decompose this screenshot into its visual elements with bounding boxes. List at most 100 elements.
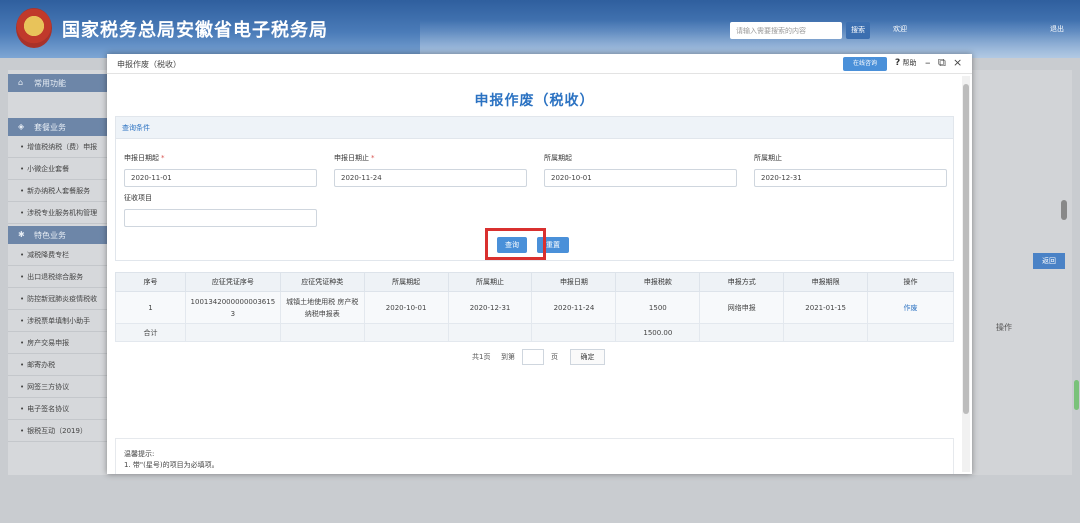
sidebar-section-special[interactable]: ✱ 特色业务 [8,226,108,244]
column-header: 序号 [115,272,186,292]
sidebar-item[interactable]: 新办纳税人套餐服务 [8,180,108,202]
declaration-void-dialog: 申报作废（税收） 在线咨询 ? 帮助 – ⧉ × 申报作废（税收） 查询条件 申… [107,54,972,474]
column-header: 申报期限 [783,272,869,292]
pager-goto-label: 到第 [501,353,515,361]
cell-method: 网络申报 [699,291,785,324]
cell-period-start: 2020-10-01 [363,291,449,324]
site-search-input[interactable]: 请输入需要搜索的内容 [730,22,842,39]
close-icon[interactable]: × [953,56,962,69]
background-back-button[interactable]: 返回 [1033,253,1065,269]
sidebar-item[interactable]: 小微企业套餐 [8,158,108,180]
sidebar-section-label: 常用功能 [34,79,66,88]
total-empty-cell [279,323,365,342]
site-title: 国家税务总局安徽省电子税务局 [62,20,328,41]
column-header: 申报日期 [531,272,617,292]
tips-panel: 温馨提示: 1. 带"(星号)的项目为必填项。 [115,438,954,474]
background-scrollbar[interactable] [1061,200,1067,220]
total-empty-cell [699,323,785,342]
column-header: 申报方式 [699,272,785,292]
sidebar-item[interactable]: 增值税纳税（费）申报 [8,136,108,158]
sidebar-item[interactable]: 电子签名协议 [8,398,108,420]
exit-link[interactable]: 退出 [1050,24,1064,34]
sidebar-item[interactable]: 房产交易申报 [8,332,108,354]
sidebar-item[interactable]: 涉税票单填制小助手 [8,310,108,332]
cell-voucher-no: 10013420000000036153 [184,291,281,324]
pager-confirm-button[interactable]: 确定 [570,349,605,365]
pager-page-input[interactable] [522,349,544,365]
help-label: 帮助 [902,59,917,67]
cell-tax: 1500 [615,291,701,324]
total-empty-cell [363,323,449,342]
period-start-field: 所属期起 2020-10-01 [544,153,737,187]
welcome-text: 欢迎 [893,25,907,33]
sidebar-section-label: 特色业务 [34,231,66,240]
total-label: 合计 [115,323,186,342]
total-tax: 1500.00 [615,323,701,342]
sidebar-section-common[interactable]: ⌂ 常用功能 [8,74,108,92]
table-row: 1 10013420000000036153 城镇土地使用税 房产税纳税申报表 … [115,291,954,324]
sidebar-item[interactable]: 防控新冠肺炎疫情税收 [8,288,108,310]
pager-total: 共1页 [472,353,491,361]
table-header-row: 序号 应征凭证序号 应征凭证种类 所属期起 所属期止 申报日期 申报税款 申报方… [115,272,954,292]
sidebar-section-label: 套餐业务 [34,123,66,132]
sidebar-item[interactable]: 网签三方协议 [8,376,108,398]
field-label: 所属期起 [544,154,572,162]
total-empty-cell [531,323,617,342]
tips-title: 温馨提示: [124,450,155,458]
dialog-scrollbar[interactable] [962,76,970,472]
dialog-scrollbar-thumb[interactable] [963,84,969,414]
background-side-scrollbar[interactable] [1074,380,1079,410]
column-header: 申报税款 [615,272,701,292]
background-right-panel [972,70,1072,475]
field-label: 所属期止 [754,154,782,162]
cell-index: 1 [115,291,186,324]
cell-action: 作废 [867,291,954,324]
declaration-table: 序号 应征凭证序号 应征凭证种类 所属期起 所属期止 申报日期 申报税款 申报方… [115,272,954,342]
void-link[interactable]: 作废 [904,304,918,312]
cell-voucher-type: 城镇土地使用税 房产税纳税申报表 [279,291,365,324]
tips-line: 1. 带"(星号)的项目为必填项。 [124,461,219,469]
sidebar-section-package[interactable]: ◈ 套餐业务 [8,118,108,136]
total-empty-cell [184,323,281,342]
levy-item-input[interactable] [124,209,317,227]
total-empty-cell [447,323,533,342]
star-icon: ✱ [18,230,25,239]
dialog-titlebar: 申报作废（税收） 在线咨询 ? 帮助 – ⧉ × [107,54,972,74]
total-empty-cell [783,323,869,342]
sidebar-item[interactable]: 邮寄办税 [8,354,108,376]
column-header: 应征凭证种类 [279,272,365,292]
maximize-icon[interactable]: ⧉ [938,56,946,70]
declare-date-start-input[interactable]: 2020-11-01 [124,169,317,187]
sidebar-item[interactable]: 出口退税综合服务 [8,266,108,288]
page-title: 申报作废（税收） [474,93,595,109]
declare-date-end-input[interactable]: 2020-11-24 [334,169,527,187]
online-consult-button[interactable]: 在线咨询 [843,57,887,71]
minimize-icon[interactable]: – [925,56,931,69]
total-empty-cell [867,323,954,342]
period-start-input[interactable]: 2020-10-01 [544,169,737,187]
field-label: 征收项目 [124,194,152,202]
help-button[interactable]: ? 帮助 [895,58,916,68]
column-header: 应征凭证序号 [184,272,281,292]
period-end-field: 所属期止 2020-12-31 [754,153,947,187]
sidebar-item[interactable]: 减税降费专栏 [8,244,108,266]
field-label: 申报日期止 * [334,154,375,162]
cell-deadline: 2021-01-15 [783,291,869,324]
field-label: 申报日期起 * [124,154,165,162]
column-header: 所属期起 [363,272,449,292]
sidebar-item[interactable]: 涉税专业服务机构管理 [8,202,108,224]
cell-period-end: 2020-12-31 [447,291,533,324]
table-total-row: 合计 1500.00 [115,323,954,342]
period-end-input[interactable]: 2020-12-31 [754,169,947,187]
site-header: 国家税务总局安徽省电子税务局 请输入需要搜索的内容 搜索 欢迎 退出 [0,0,1080,58]
site-search-button[interactable]: 搜索 [846,22,870,39]
tax-bureau-logo-icon [16,8,52,48]
sidebar-item[interactable]: 银税互动（2019） [8,420,108,442]
help-icon: ? [895,58,901,68]
levy-item-field: 征收项目 [124,193,317,227]
column-header: 操作 [867,272,954,292]
query-button-highlight-box [485,228,546,260]
background-op-header: 操作 [996,323,1012,332]
layers-icon: ◈ [18,122,25,131]
dialog-window-title: 申报作废（税收） [117,60,181,69]
